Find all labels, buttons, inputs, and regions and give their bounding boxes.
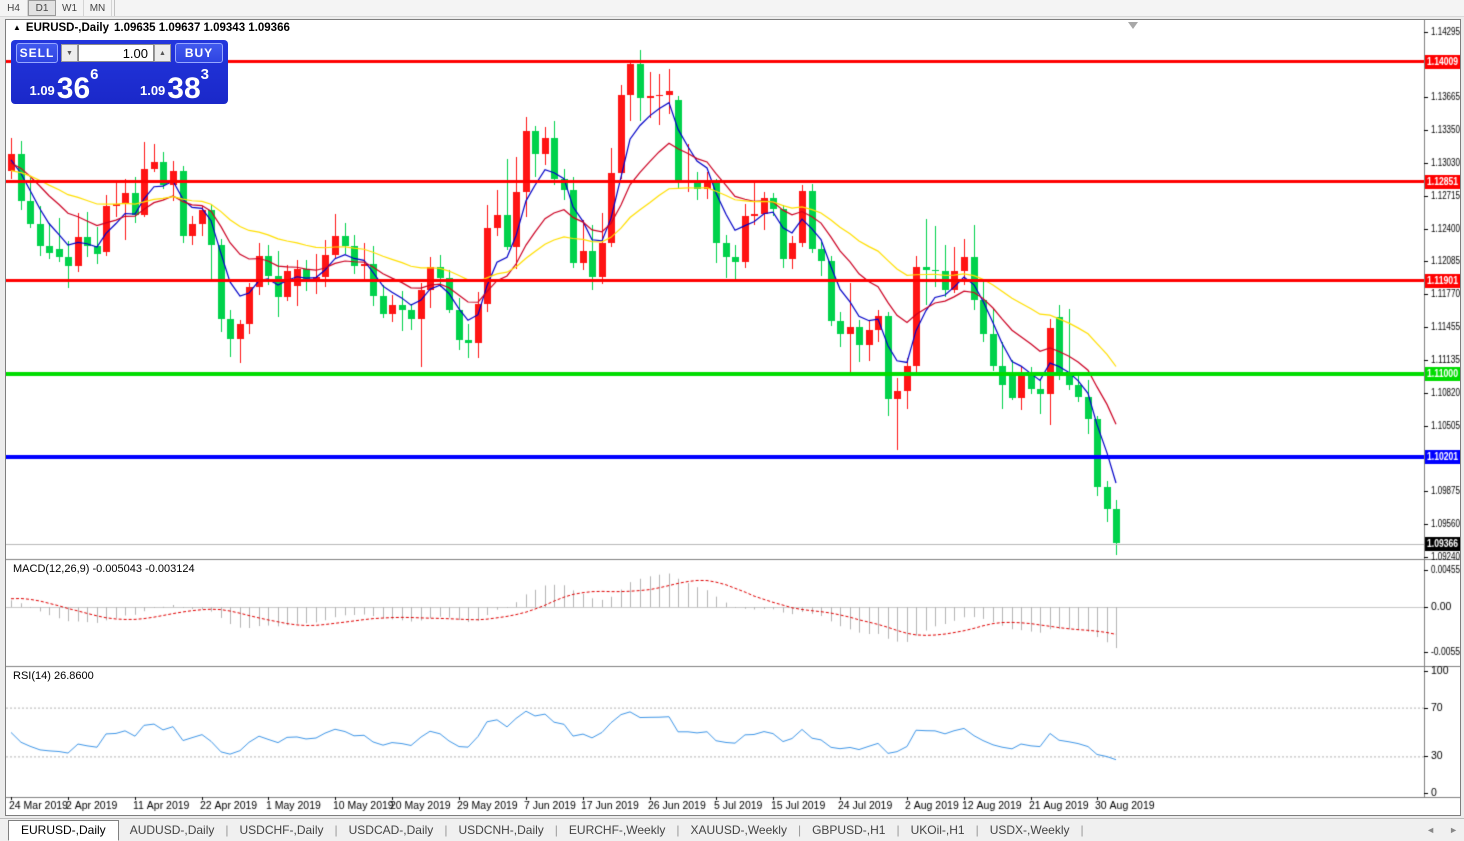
tab-eurusd-daily[interactable]: EURUSD-,Daily [8,820,119,841]
tab-separator: | [1081,823,1084,837]
tab-usdchf-daily[interactable]: USDCHF-,Daily [229,823,335,837]
tab-eurchf-weekly[interactable]: EURCHF-,Weekly [558,823,676,837]
price-axis[interactable] [1425,21,1461,797]
rsi-indicator-header: RSI(14) 26.8600 [13,670,94,682]
chart-title: ▲ EURUSD-,Daily 1.09635 1.09637 1.09343 … [13,22,290,34]
tab-usdx-weekly[interactable]: USDX-,Weekly [979,823,1081,837]
tab-ukoil-h1[interactable]: UKOil-,H1 [900,823,976,837]
timeframe-button-mn[interactable]: MN [84,0,112,16]
volume-input[interactable] [78,44,154,62]
buy-price-display[interactable]: 1.09 38 3 [121,65,228,101]
toolbar-separator [114,0,115,16]
sell-price-display[interactable]: 1.09 36 6 [11,65,117,101]
macd-indicator-header: MACD(12,26,9) -0.005043 -0.003124 [13,563,195,575]
timeframe-button-d1[interactable]: D1 [28,0,56,16]
tab-usdcad-daily[interactable]: USDCAD-,Daily [338,823,445,837]
timeframe-toolbar: H4 D1 W1 MN [0,0,1464,17]
chevron-up-icon: ▲ [159,50,166,57]
buy-price-small: 1.09 [140,83,165,98]
tab-scroll-left-icon[interactable]: ◄ [1426,825,1435,835]
panel-collapse-icon[interactable]: ▲ [13,23,21,32]
chart-tabs-bar: EURUSD-,Daily AUDUSD-,Daily | USDCHF-,Dai… [0,818,1464,841]
chevron-down-icon: ▼ [66,50,73,57]
tab-gbpusd-h1[interactable]: GBPUSD-,H1 [801,823,896,837]
sell-price-big: 36 [57,76,90,102]
buy-price-pip: 3 [201,66,209,83]
time-axis[interactable] [7,798,1424,815]
timeframe-button-h4[interactable]: H4 [0,0,28,16]
chart-ohlc-values: 1.09635 1.09637 1.09343 1.09366 [114,22,290,34]
tab-audusd-daily[interactable]: AUDUSD-,Daily [119,823,226,837]
one-click-trading-panel: SELL ▼ ▲ BUY 1.09 36 6 1.09 38 3 [11,40,228,104]
price-chart-canvas[interactable] [6,20,1460,815]
tab-scroll-right-icon[interactable]: ► [1449,825,1458,835]
sell-button[interactable]: SELL [16,43,58,63]
chart-symbol-label: EURUSD-,Daily [26,22,109,34]
mt4-application: H4 D1 W1 MN ▲ EURUSD-,Daily 1.09635 1.09… [0,0,1464,841]
buy-button[interactable]: BUY [175,43,223,63]
timeframe-button-w1[interactable]: W1 [56,0,84,16]
chart-window: ▲ EURUSD-,Daily 1.09635 1.09637 1.09343 … [5,19,1461,816]
sell-price-pip: 6 [90,66,98,83]
chart-shift-marker-icon[interactable] [1128,22,1138,29]
sell-price-small: 1.09 [29,83,54,98]
volume-decrease-button[interactable]: ▼ [61,44,78,62]
buy-price-big: 38 [167,76,200,102]
tab-usdcnh-daily[interactable]: USDCNH-,Daily [447,823,554,837]
tab-xauusd-weekly[interactable]: XAUUSD-,Weekly [679,823,797,837]
volume-increase-button[interactable]: ▲ [154,44,171,62]
